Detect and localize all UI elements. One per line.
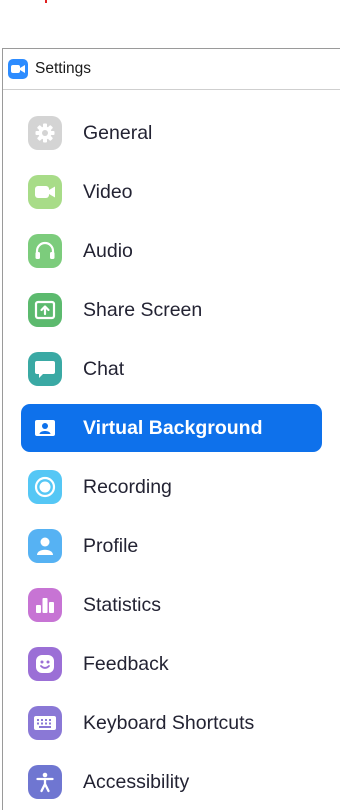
video-camera-icon (8, 59, 28, 79)
sidebar-item-label: Share Screen (83, 298, 203, 321)
accessibility-icon (28, 765, 62, 799)
sidebar-item-accessibility[interactable]: Accessibility (21, 758, 322, 806)
sidebar-item-share-screen[interactable]: Share Screen (21, 286, 322, 334)
keyboard-icon (28, 706, 62, 740)
bar-chart-icon (28, 588, 62, 622)
sidebar-item-keyboard-shortcuts[interactable]: Keyboard Shortcuts (21, 699, 322, 747)
title-bar: Settings (3, 49, 340, 90)
settings-window: Settings General Video Audio Share Scree… (2, 48, 340, 810)
video-camera-icon (28, 175, 62, 209)
sidebar-item-video[interactable]: Video (21, 168, 322, 216)
sidebar-item-feedback[interactable]: Feedback (21, 640, 322, 688)
person-card-icon (28, 411, 62, 445)
sidebar-item-label: General (83, 121, 153, 144)
sidebar-item-general[interactable]: General (21, 109, 322, 157)
sidebar-item-statistics[interactable]: Statistics (21, 581, 322, 629)
headphones-icon (28, 234, 62, 268)
sidebar-item-label: Accessibility (83, 770, 190, 793)
sidebar-item-label: Video (83, 180, 133, 203)
window-title: Settings (35, 60, 92, 77)
smiley-icon (28, 647, 62, 681)
sidebar-item-recording[interactable]: Recording (21, 463, 322, 511)
sidebar-item-label: Audio (83, 239, 133, 262)
sidebar-item-profile[interactable]: Profile (21, 522, 322, 570)
sidebar-item-label: Keyboard Shortcuts (83, 711, 255, 734)
sidebar-item-label: Recording (83, 475, 172, 498)
person-icon (28, 529, 62, 563)
sidebar-item-label: Virtual Background (83, 416, 263, 439)
gear-icon (28, 116, 62, 150)
sidebar-item-chat[interactable]: Chat (21, 345, 322, 393)
share-screen-icon (28, 293, 62, 327)
sidebar-item-label: Profile (83, 534, 139, 557)
red-marker (45, 0, 47, 3)
sidebar-item-audio[interactable]: Audio (21, 227, 322, 275)
record-icon (28, 470, 62, 504)
sidebar-item-label: Statistics (83, 593, 162, 616)
sidebar-item-label: Chat (83, 357, 125, 380)
sidebar-item-label: Feedback (83, 652, 169, 675)
chat-bubble-icon (28, 352, 62, 386)
sidebar-item-virtual-background[interactable]: Virtual Background (21, 404, 322, 452)
